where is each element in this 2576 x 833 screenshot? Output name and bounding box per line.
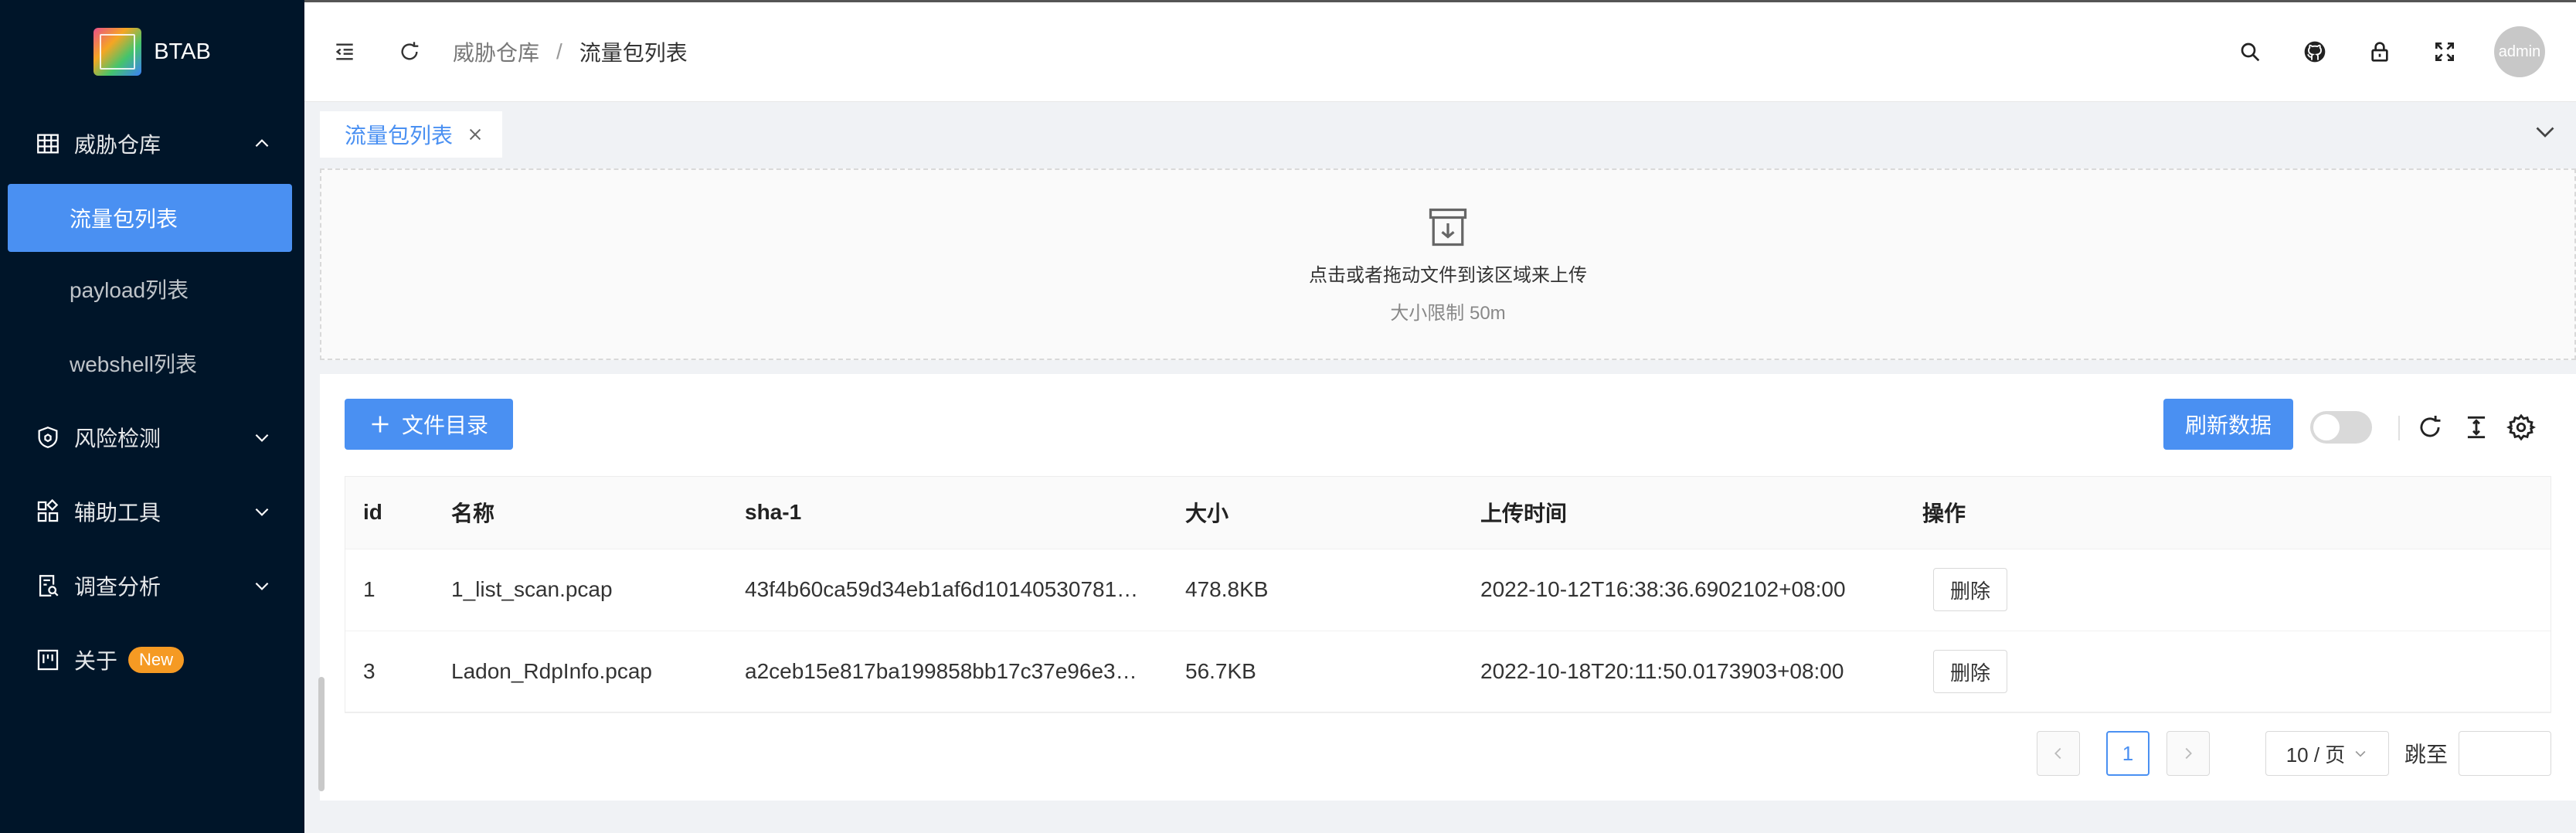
breadcrumb-item-current: 流量包列表: [579, 41, 688, 65]
column-header-id: id: [345, 476, 433, 549]
plus-icon: [372, 416, 389, 433]
table-row: 3 Ladon_RdpInfo.pcap a2ceb15e817ba199858…: [345, 631, 2551, 713]
menu-group-label: 威胁仓库: [74, 133, 161, 157]
chevron-right-icon: [2185, 747, 2192, 760]
column-header-upload-time: 上传时间: [1462, 476, 1904, 549]
chevron-down-icon: [2355, 750, 2366, 757]
close-icon[interactable]: [467, 126, 484, 143]
menu-group-label: 辅助工具: [74, 501, 161, 525]
menu-group-risk-detection[interactable]: 风险检测: [0, 400, 304, 474]
cell-id: 3: [345, 631, 433, 713]
file-table-card: 文件目录 刷新数据 id 名称 sha-1 大小 上传时间 操作 1 1_lis…: [320, 374, 2576, 801]
new-badge: New: [128, 647, 185, 673]
file-table: id 名称 sha-1 大小 上传时间 操作 1 1_list_scan.pca…: [345, 476, 2551, 713]
project-icon: [34, 646, 62, 674]
jump-to-page-input[interactable]: [2459, 731, 2551, 776]
cell-upload-time: 2022-10-18T20:11:50.0173903+08:00: [1462, 631, 1904, 713]
cell-name: Ladon_RdpInfo.pcap: [433, 631, 726, 713]
menu-group-threat-repo[interactable]: 威胁仓库: [0, 104, 304, 184]
shield-icon: [34, 423, 62, 451]
sidebar-item-payload-list[interactable]: payload列表: [0, 252, 304, 326]
upload-hint: 大小限制 50m: [1390, 303, 1506, 324]
user-avatar[interactable]: admin: [2494, 26, 2545, 77]
menu-group-label: 风险检测: [74, 427, 161, 450]
tabs-bar: 流量包列表: [304, 104, 2576, 161]
fullscreen-icon[interactable]: [2429, 36, 2460, 67]
sidebar: BTAB 威胁仓库 流量包列表 payload列表 webshell列表 风险检…: [0, 0, 304, 833]
button-label: 刷新数据: [2184, 413, 2272, 437]
chevron-down-icon[interactable]: [2531, 117, 2559, 145]
column-header-name: 名称: [433, 476, 726, 549]
lock-icon[interactable]: [2364, 36, 2395, 67]
toggle-switch[interactable]: [2310, 411, 2372, 444]
cell-upload-time: 2022-10-12T16:38:36.6902102+08:00: [1462, 549, 1904, 631]
cell-name: 1_list_scan.pcap: [433, 549, 726, 631]
cell-sha1: a2ceb15e817ba199858bb17c37e96e3…: [726, 631, 1167, 713]
chevron-down-icon: [255, 434, 269, 442]
sidebar-item-webshell-list[interactable]: webshell列表: [0, 326, 304, 400]
file-directory-button[interactable]: 文件目录: [345, 399, 513, 450]
chevron-down-icon: [255, 582, 269, 590]
menu-fold-icon[interactable]: [329, 36, 360, 67]
settings-icon[interactable]: [2506, 413, 2537, 442]
menu-group-label: 调查分析: [74, 575, 161, 599]
table-icon: [34, 130, 62, 158]
next-page-button[interactable]: [2166, 731, 2210, 776]
button-label: 文件目录: [401, 413, 488, 437]
cell-actions: 删除: [1904, 631, 2551, 713]
column-header-size: 大小: [1167, 476, 1462, 549]
menu-group-label: 关于: [74, 649, 118, 673]
prev-page-button[interactable]: [2037, 731, 2080, 776]
chevron-down-icon: [255, 508, 269, 516]
sidebar-item-pcap-list[interactable]: 流量包列表: [8, 184, 292, 252]
page-number-current[interactable]: 1: [2106, 731, 2149, 776]
chevron-left-icon: [2054, 747, 2061, 760]
column-header-sha1: sha-1: [726, 476, 1167, 549]
delete-button[interactable]: 删除: [1933, 568, 2007, 611]
jump-label: 跳至: [2404, 743, 2449, 767]
reload-icon[interactable]: [394, 36, 425, 67]
inbox-icon: [1429, 208, 1467, 246]
table-row: 1 1_list_scan.pcap 43f4b60ca59d34eb1af6d…: [345, 549, 2551, 631]
sidebar-item-label: 流量包列表: [70, 207, 178, 231]
avatar-label: admin: [2498, 42, 2541, 60]
logo-row: BTAB: [0, 0, 304, 104]
column-height-icon[interactable]: [2462, 413, 2491, 442]
search-icon[interactable]: [2234, 36, 2265, 67]
app-name: BTAB: [154, 39, 211, 64]
upload-dropzone[interactable]: 点击或者拖动文件到该区域来上传 大小限制 50m: [320, 168, 2576, 360]
header-actions: admin: [2234, 2, 2545, 101]
apps-icon: [34, 498, 62, 525]
top-header: 威胁仓库 / 流量包列表 admin: [304, 0, 2576, 102]
breadcrumb: 威胁仓库 / 流量包列表: [453, 36, 688, 67]
cell-size: 478.8KB: [1167, 549, 1462, 631]
refresh-data-button[interactable]: 刷新数据: [2163, 399, 2293, 450]
page-size-select[interactable]: 10 / 页: [2265, 731, 2389, 776]
menu-group-about[interactable]: 关于 New: [0, 623, 304, 697]
app-logo: [93, 28, 142, 76]
reload-icon[interactable]: [2415, 413, 2445, 442]
menu-group-investigation[interactable]: 调查分析: [0, 549, 304, 623]
page-size-value: 10 / 页: [2285, 743, 2346, 767]
table-header-row: id 名称 sha-1 大小 上传时间 操作: [345, 476, 2551, 549]
chevron-up-icon: [255, 139, 269, 148]
upload-text: 点击或者拖动文件到该区域来上传: [1309, 265, 1587, 286]
file-search-icon: [34, 572, 62, 600]
cell-sha1: 43f4b60ca59d34eb1af6d10140530781…: [726, 549, 1167, 631]
breadcrumb-item[interactable]: 威胁仓库: [453, 36, 539, 67]
breadcrumb-separator: /: [556, 39, 562, 63]
tab-pcap-list[interactable]: 流量包列表: [320, 111, 503, 158]
scrollbar-thumb[interactable]: [318, 677, 325, 791]
menu-group-aux-tools[interactable]: 辅助工具: [0, 474, 304, 549]
cell-id: 1: [345, 549, 433, 631]
delete-button[interactable]: 删除: [1933, 650, 2007, 693]
sidebar-item-label: webshell列表: [70, 352, 197, 376]
cell-actions: 删除: [1904, 549, 2551, 631]
toolbar-divider: [2398, 416, 2400, 440]
column-header-actions: 操作: [1904, 476, 2551, 549]
github-icon[interactable]: [2299, 36, 2330, 67]
cell-size: 56.7KB: [1167, 631, 1462, 713]
tab-label: 流量包列表: [345, 124, 454, 148]
sidebar-item-label: payload列表: [70, 278, 189, 302]
